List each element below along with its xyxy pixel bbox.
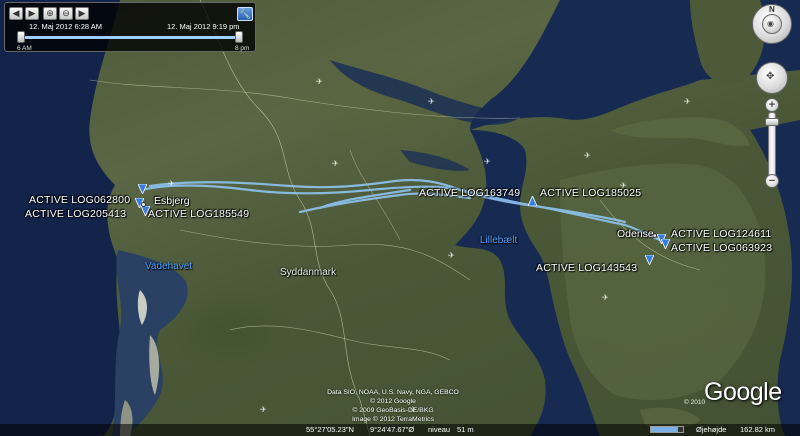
track-marker-icon[interactable]	[528, 196, 537, 206]
city-label-esbjerg[interactable]: Esbjerg	[154, 196, 190, 207]
track-label[interactable]: ACTIVE LOG124611	[671, 229, 771, 240]
step-back-button[interactable]: ◀	[9, 7, 23, 20]
track-label[interactable]: ACTIVE LOG163749	[419, 188, 520, 199]
time-end-label: 12. Maj 2012 9:19 pm	[167, 22, 240, 31]
svg-text:✈: ✈	[602, 293, 609, 302]
track-label[interactable]: ACTIVE LOG185025	[540, 188, 641, 199]
zoom-in-time-button[interactable]: ⊕	[43, 7, 57, 20]
svg-text:✈: ✈	[448, 251, 455, 260]
water-label-lillebaelt: Lillebælt	[480, 235, 518, 246]
svg-text:✈: ✈	[484, 157, 491, 166]
streaming-progress-fill	[651, 427, 679, 432]
google-logo: Google	[704, 378, 782, 406]
time-slider-panel: ◀ ▶ ⊕ ⊖ ▶ 12. Maj 2012 6:28 AM 12. Maj 2…	[4, 2, 256, 52]
track-label[interactable]: ACTIVE LOG063923	[671, 243, 772, 254]
svg-text:✈: ✈	[316, 77, 323, 86]
tick-start: 6 AM	[17, 45, 32, 52]
credit-line: © 2012 Google	[370, 398, 416, 405]
time-track[interactable]	[21, 36, 243, 39]
esbjerg-dot	[141, 202, 146, 207]
track-marker-icon[interactable]	[645, 255, 654, 265]
zoom-out-time-button[interactable]: ⊖	[59, 7, 73, 20]
time-end-handle[interactable]	[235, 31, 243, 43]
step-forward-button[interactable]: ▶	[75, 7, 89, 20]
credit-line: © 2009 GeoBasis-DE/BKG	[352, 407, 434, 414]
track-marker-icon[interactable]	[661, 239, 670, 249]
zoom-in-button[interactable]: +	[765, 98, 779, 112]
track-label[interactable]: ACTIVE LOG205413	[25, 209, 126, 220]
play-button[interactable]: ▶	[25, 7, 39, 20]
svg-text:✈: ✈	[332, 159, 339, 168]
elevation-label: niveau	[428, 425, 451, 434]
tick-end: 8 pm	[235, 45, 250, 52]
svg-text:✈: ✈	[260, 405, 267, 414]
city-label-odense[interactable]: Odense	[617, 229, 654, 240]
eye-altitude-value: 162.82 km	[740, 425, 776, 434]
region-label-syddanmark: Syddanmark	[280, 267, 337, 278]
track-marker-icon[interactable]	[138, 184, 147, 194]
time-start-handle[interactable]	[17, 31, 25, 43]
water-label-vadehavet: Vadehavet	[145, 261, 193, 272]
north-icon[interactable]: N	[769, 6, 775, 14]
eye-altitude-label: Øjehøjde	[696, 425, 727, 434]
eye-icon: ◉	[767, 19, 774, 28]
svg-text:✈: ✈	[428, 97, 435, 106]
track-label[interactable]: ACTIVE LOG185549	[148, 209, 249, 220]
zoom-thumb[interactable]	[765, 118, 779, 126]
status-bar: 55°27'05.23"N 9°24'47.67"Ø niveau 51 m Ø…	[0, 424, 800, 436]
google-year: © 2010	[684, 399, 706, 406]
svg-text:✈: ✈	[168, 179, 175, 188]
wrench-icon[interactable]: 🔧	[237, 7, 253, 21]
satellite-map[interactable]: ✈ ✈ ✈ ✈ ✈ ✈ ✈ ✈ ✈ ✈ ✈ ✈ ACTIVE LOG062800…	[0, 0, 800, 436]
elevation-value: 51 m	[457, 425, 474, 434]
credit-line: Image © 2012 TerraMetrics	[352, 416, 434, 423]
hand-icon: ✥	[766, 71, 775, 82]
time-start-label: 12. Maj 2012 6:28 AM	[29, 22, 102, 31]
track-label[interactable]: ACTIVE LOG143543	[536, 263, 637, 274]
credit-line: Data SIO, NOAA, U.S. Navy, NGA, GEBCO	[327, 389, 459, 396]
track-label[interactable]: ACTIVE LOG062800	[29, 195, 130, 206]
streaming-progress	[650, 426, 684, 433]
latitude-readout: 55°27'05.23"N	[306, 425, 354, 434]
zoom-out-button[interactable]: −	[765, 174, 779, 188]
map-credits: Data SIO, NOAA, U.S. Navy, NGA, GEBCO © …	[318, 388, 468, 424]
longitude-readout: 9°24'47.67"Ø	[370, 425, 415, 434]
svg-text:✈: ✈	[584, 151, 591, 160]
svg-text:✈: ✈	[684, 97, 691, 106]
